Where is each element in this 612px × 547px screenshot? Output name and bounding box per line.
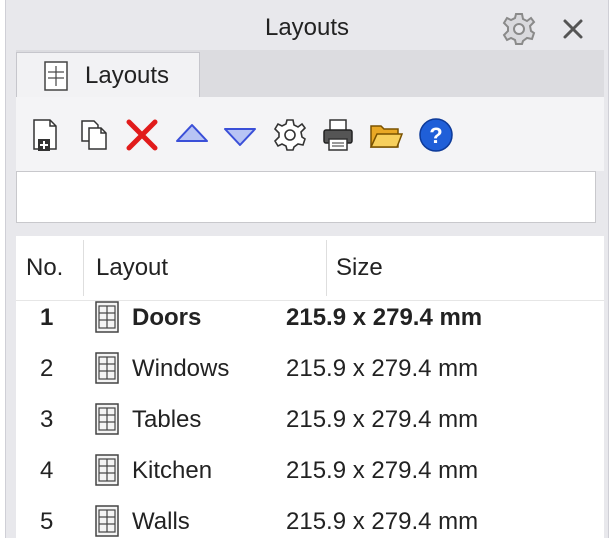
layout-page-icon bbox=[44, 61, 68, 91]
row-number: 1 bbox=[40, 304, 54, 331]
column-divider bbox=[83, 240, 84, 296]
layout-page-icon bbox=[95, 301, 119, 333]
filter-input[interactable] bbox=[16, 171, 596, 223]
row-number: 5 bbox=[40, 508, 54, 535]
new-layout-button[interactable] bbox=[28, 117, 64, 153]
column-header-no[interactable]: No. bbox=[26, 236, 63, 300]
copy-layout-button[interactable] bbox=[76, 117, 112, 153]
table-row[interactable]: 3 Tables 215.9 x 279.4 mm bbox=[16, 394, 604, 445]
help-button[interactable]: ? bbox=[418, 117, 454, 153]
toolbar: ? bbox=[16, 97, 604, 171]
properties-button[interactable] bbox=[272, 117, 308, 153]
copy-icon bbox=[81, 120, 107, 150]
column-header-layout[interactable]: Layout bbox=[96, 236, 168, 300]
layouts-panel: Layouts Layouts ? No. Layout Size 1 Door… bbox=[5, 0, 609, 538]
panel-titlebar: Layouts bbox=[6, 0, 608, 50]
layout-name: Windows bbox=[132, 355, 230, 382]
new-page-icon bbox=[33, 119, 57, 151]
move-down-button[interactable] bbox=[222, 117, 258, 153]
layout-list: No. Layout Size 1 Doors 215.9 x 279.4 mm 2 W… bbox=[16, 236, 604, 538]
row-number: 2 bbox=[40, 355, 54, 382]
print-button[interactable] bbox=[320, 117, 356, 153]
tab-layouts[interactable]: Layouts bbox=[16, 52, 200, 98]
tab-strip: Layouts bbox=[16, 50, 604, 98]
column-header-size[interactable]: Size bbox=[336, 236, 383, 300]
layout-page-icon bbox=[95, 454, 119, 486]
layout-name: Kitchen bbox=[132, 457, 213, 484]
layout-size: 215.9 x 279.4 mm bbox=[286, 508, 479, 535]
table-row[interactable]: 4 Kitchen 215.9 x 279.4 mm bbox=[16, 445, 604, 496]
gear-icon bbox=[273, 119, 307, 151]
layout-page-icon bbox=[95, 403, 119, 435]
table-row[interactable]: 1 Doors 215.9 x 279.4 mm bbox=[16, 292, 604, 343]
layout-page-icon bbox=[95, 352, 119, 384]
panel-close-button[interactable] bbox=[558, 14, 588, 44]
svg-text:?: ? bbox=[429, 123, 442, 148]
panel-settings-button[interactable] bbox=[502, 12, 536, 46]
tab-label: Layouts bbox=[85, 62, 170, 89]
layout-size: 215.9 x 279.4 mm bbox=[286, 457, 479, 484]
row-number: 3 bbox=[40, 406, 54, 433]
row-number: 4 bbox=[40, 457, 54, 484]
triangle-up-icon bbox=[176, 124, 208, 142]
gear-icon bbox=[502, 13, 536, 45]
layout-size: 215.9 x 279.4 mm bbox=[286, 406, 479, 433]
column-divider bbox=[326, 240, 327, 296]
open-button[interactable] bbox=[368, 117, 404, 153]
folder-open-icon bbox=[369, 125, 404, 148]
delete-x-icon bbox=[126, 119, 158, 151]
table-row[interactable]: 5 Walls 215.9 x 279.4 mm bbox=[16, 496, 604, 547]
triangle-down-icon bbox=[224, 128, 256, 146]
layout-name: Doors bbox=[132, 304, 202, 331]
layout-size: 215.9 x 279.4 mm bbox=[286, 355, 479, 382]
layout-size: 215.9 x 279.4 mm bbox=[286, 304, 483, 331]
delete-layout-button[interactable] bbox=[124, 117, 160, 153]
help-icon: ? bbox=[419, 118, 453, 152]
table-row[interactable]: 2 Windows 215.9 x 279.4 mm bbox=[16, 343, 604, 394]
layout-name: Tables bbox=[132, 406, 202, 433]
move-up-button[interactable] bbox=[174, 117, 210, 153]
printer-icon bbox=[323, 119, 353, 151]
close-icon bbox=[563, 19, 583, 39]
layout-page-icon bbox=[95, 505, 119, 537]
layout-name: Walls bbox=[132, 508, 190, 535]
